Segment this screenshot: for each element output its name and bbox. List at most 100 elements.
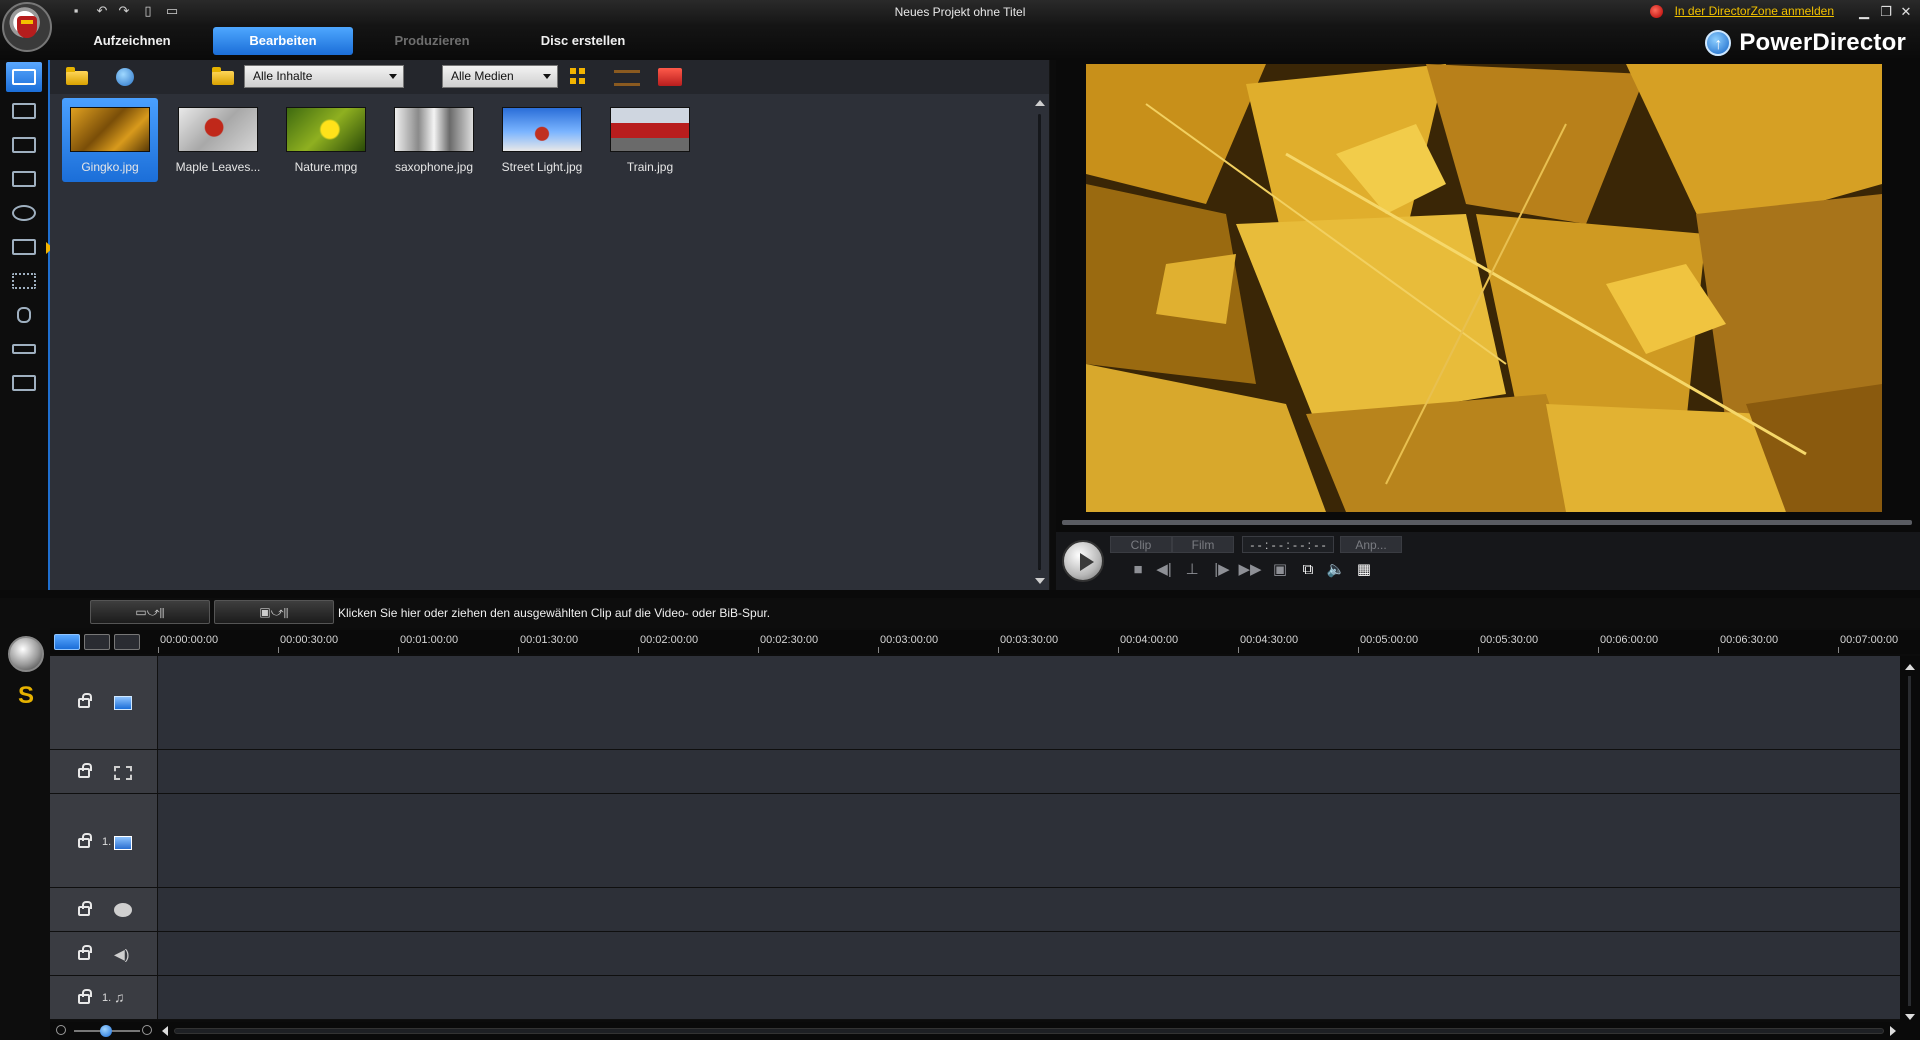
timecode-field[interactable]: - - : - - : - - : - - bbox=[1242, 536, 1334, 553]
import-media-button[interactable] bbox=[66, 67, 94, 88]
maximize-button[interactable]: ❐ bbox=[1876, 3, 1896, 21]
lock-icon[interactable] bbox=[78, 945, 92, 960]
scroll-down-icon[interactable] bbox=[1905, 1014, 1915, 1020]
track-body[interactable] bbox=[158, 888, 1900, 931]
play-button[interactable] bbox=[1062, 540, 1104, 582]
media-item-saxophone[interactable]: saxophone.jpg bbox=[386, 98, 482, 182]
title-room-button[interactable] bbox=[6, 198, 42, 228]
audio-mixing-room-button[interactable] bbox=[6, 266, 42, 296]
media-item-maple-leaves[interactable]: Maple Leaves... bbox=[170, 98, 266, 182]
brand: ↑ PowerDirector bbox=[1705, 28, 1906, 58]
track-body[interactable] bbox=[158, 656, 1900, 749]
media-thumbnail bbox=[178, 107, 258, 152]
media-item-street-light[interactable]: Street Light.jpg bbox=[494, 98, 590, 182]
scroll-left-icon[interactable] bbox=[162, 1026, 168, 1036]
scroll-down-icon[interactable] bbox=[1035, 578, 1045, 584]
library-scrollbar[interactable] bbox=[1032, 94, 1048, 588]
ginkgo-leaves-image bbox=[1086, 64, 1882, 512]
storyboard-view-button[interactable] bbox=[84, 634, 110, 650]
track-body[interactable] bbox=[158, 794, 1900, 887]
minimize-button[interactable]: ▁ bbox=[1854, 3, 1874, 21]
zoom-slider-handle[interactable] bbox=[100, 1025, 112, 1037]
lock-icon[interactable] bbox=[78, 989, 92, 1004]
zoom-in-icon[interactable] bbox=[142, 1025, 152, 1035]
film-mode-button[interactable]: Film bbox=[1172, 536, 1234, 553]
pip-icon bbox=[12, 137, 36, 153]
upgrade-icon[interactable]: ↑ bbox=[1705, 30, 1732, 56]
ruler-tick: 00:03:30:00 bbox=[997, 634, 1059, 653]
effect-room-button[interactable] bbox=[6, 96, 42, 126]
library-folder-button[interactable] bbox=[212, 67, 240, 88]
particle-room-button[interactable] bbox=[6, 164, 42, 194]
preview-seekbar[interactable] bbox=[1062, 520, 1912, 525]
fit-dropdown[interactable]: Anp... bbox=[1340, 536, 1402, 553]
app-logo[interactable] bbox=[2, 2, 52, 52]
insert-to-video-track-button[interactable]: ▭⤻⫴ bbox=[90, 600, 210, 624]
lock-icon[interactable] bbox=[78, 763, 92, 778]
magic-movie-button[interactable] bbox=[658, 68, 686, 88]
track-body[interactable] bbox=[158, 750, 1900, 793]
fit-value: Anp... bbox=[1355, 538, 1387, 552]
timeline-sidebar: S bbox=[0, 628, 50, 1040]
previous-frame-icon[interactable]: ◀| bbox=[1152, 560, 1176, 580]
tab-aufzeichnen[interactable]: Aufzeichnen bbox=[80, 27, 184, 55]
media-item-gingko[interactable]: Gingko.jpg bbox=[62, 98, 158, 182]
lock-icon[interactable] bbox=[78, 693, 92, 708]
panel-splitter[interactable] bbox=[0, 590, 1920, 598]
chapter-icon bbox=[12, 344, 36, 354]
timeline-hint[interactable]: Klicken Sie hier oder ziehen den ausgewä… bbox=[338, 606, 770, 620]
scroll-up-icon[interactable] bbox=[1035, 100, 1045, 106]
lock-icon[interactable] bbox=[78, 901, 92, 916]
media-item-nature[interactable]: Nature.mpg bbox=[278, 98, 374, 182]
split-icon[interactable]: ⊥ bbox=[1180, 560, 1204, 580]
lock-icon[interactable] bbox=[78, 833, 92, 848]
track-body[interactable] bbox=[158, 976, 1900, 1019]
fast-forward-icon[interactable]: ▶▶ bbox=[1238, 560, 1262, 580]
media-filter-dropdown[interactable]: Alle Medien bbox=[442, 65, 558, 88]
next-frame-icon[interactable]: |▶ bbox=[1210, 560, 1234, 580]
close-button[interactable]: ✕ bbox=[1896, 3, 1916, 21]
timeline-horizontal-scrollbar[interactable] bbox=[174, 1028, 1884, 1034]
volume-icon[interactable]: 🔈 bbox=[1324, 560, 1348, 580]
voiceover-room-button[interactable] bbox=[6, 300, 42, 330]
magic-movie-icon bbox=[658, 68, 682, 86]
snapshot-icon[interactable]: ▣ bbox=[1268, 560, 1292, 580]
magic-style-icon[interactable]: S bbox=[8, 678, 44, 714]
timeline-view-controls bbox=[54, 634, 150, 652]
ruler-tick: 00:05:00:00 bbox=[1357, 634, 1419, 653]
directorzone-login-link[interactable]: In der DirectorZone anmelden bbox=[1675, 4, 1834, 18]
content-filter-dropdown[interactable]: Alle Inhalte bbox=[244, 65, 404, 88]
preview-window-icon[interactable]: ⧉ bbox=[1296, 560, 1320, 580]
subtitle-room-button[interactable] bbox=[6, 368, 42, 398]
track-body[interactable] bbox=[158, 932, 1900, 975]
clip-mode-button[interactable]: Clip bbox=[1110, 536, 1172, 553]
pip-track: 1. bbox=[50, 794, 1900, 888]
chapter-room-button[interactable] bbox=[6, 334, 42, 364]
directorzone-icon bbox=[1650, 5, 1663, 18]
download-media-button[interactable] bbox=[116, 68, 144, 88]
add-track-button[interactable] bbox=[114, 634, 140, 650]
timeline-vertical-scrollbar[interactable] bbox=[1900, 656, 1920, 1022]
stop-icon[interactable]: ■ bbox=[1126, 560, 1150, 580]
scene-detect-button[interactable] bbox=[614, 68, 642, 88]
scroll-up-icon[interactable] bbox=[1905, 664, 1915, 670]
magic-tools-icon[interactable] bbox=[8, 636, 44, 672]
ruler-tick: 00:01:00:00 bbox=[397, 634, 459, 653]
view-mode-button[interactable] bbox=[570, 68, 598, 88]
tab-disc-erstellen[interactable]: Disc erstellen bbox=[520, 27, 646, 55]
ruler-tick: 00:06:00:00 bbox=[1597, 634, 1659, 653]
preview-video bbox=[1086, 64, 1882, 512]
title-icon bbox=[12, 205, 36, 221]
pip-room-button[interactable] bbox=[6, 130, 42, 160]
scroll-right-icon[interactable] bbox=[1890, 1026, 1896, 1036]
transition-room-button[interactable] bbox=[6, 232, 42, 262]
display-options-icon[interactable]: ▦ bbox=[1352, 560, 1376, 580]
timeline-view-button[interactable] bbox=[54, 634, 80, 650]
zoom-out-icon[interactable] bbox=[56, 1025, 66, 1035]
timeline-ruler[interactable]: 00:00:00:00 00:00:30:00 00:01:00:00 00:01:3… bbox=[50, 630, 1920, 654]
tab-bearbeiten[interactable]: Bearbeiten bbox=[213, 27, 353, 55]
media-item-train[interactable]: Train.jpg bbox=[602, 98, 698, 182]
video-track bbox=[50, 656, 1900, 750]
media-room-button[interactable] bbox=[6, 62, 42, 92]
insert-to-pip-track-button[interactable]: ▣⤻⫴ bbox=[214, 600, 334, 624]
